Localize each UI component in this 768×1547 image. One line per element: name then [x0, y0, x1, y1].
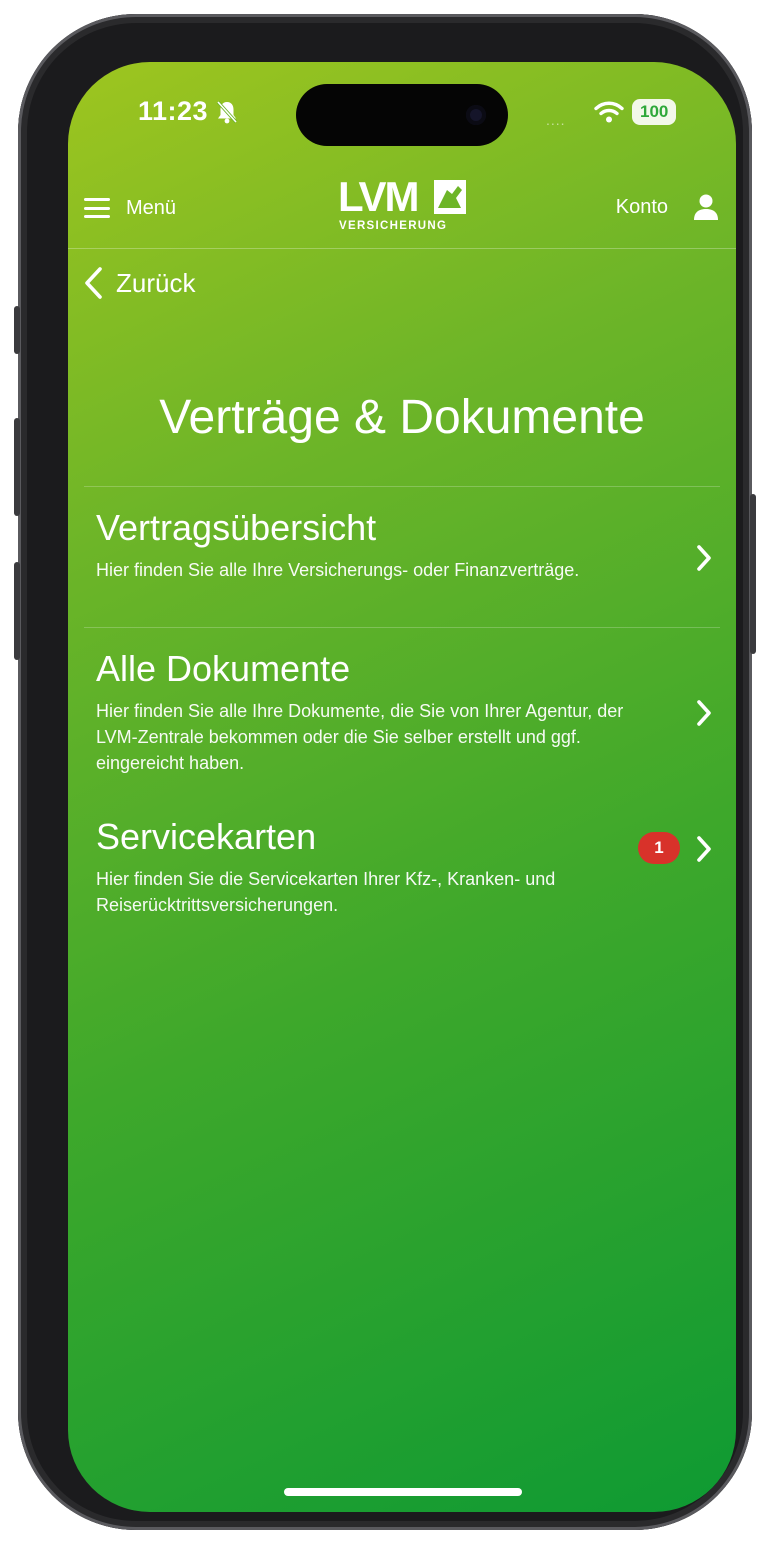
item-description: Hier finden Sie alle Ihre Versicherungs-… — [96, 560, 580, 580]
bell-slash-icon — [216, 100, 238, 124]
app-header: Menü LVM VERSICHERUNG Konto — [68, 170, 736, 249]
item-description: Hier finden Sie die Servicekarten Ihrer … — [96, 869, 556, 915]
chevron-left-icon — [85, 267, 102, 299]
notification-badge: 1 — [638, 832, 680, 864]
user-icon — [694, 194, 718, 220]
power-button — [750, 494, 756, 654]
list-item-vertragsuebersicht[interactable]: Vertragsübersicht Hier finden Sie alle I… — [84, 486, 720, 627]
item-title: Alle Dokumente — [96, 648, 351, 689]
hamburger-menu-icon — [84, 198, 110, 218]
action-button — [14, 306, 20, 354]
logo-subtitle: VERSICHERUNG — [339, 220, 448, 232]
dynamic-island — [296, 84, 508, 146]
menu-label: Menü — [126, 196, 177, 219]
wifi-icon — [594, 101, 624, 123]
back-label: Zurück — [116, 267, 196, 298]
cellular-signal-icon: .... — [546, 112, 566, 128]
phone-frame: 11:23 .... 100 Menü LVM VERSICHERUNG Kon… — [14, 14, 756, 1530]
battery-indicator: 100 — [632, 99, 677, 125]
account-label: Konto — [615, 195, 668, 218]
chevron-right-icon — [697, 836, 711, 862]
back-button[interactable]: Zurück — [82, 266, 195, 300]
home-indicator[interactable] — [284, 1488, 522, 1496]
menu-button[interactable]: Menü — [84, 192, 176, 224]
lvm-logo[interactable]: LVM VERSICHERUNG — [338, 176, 468, 236]
chevron-right-icon — [697, 700, 711, 726]
item-title: Vertragsübersicht — [96, 507, 377, 548]
status-bar: 11:23 .... 100 — [68, 62, 736, 162]
page-title: Verträge & Dokumente — [159, 391, 645, 444]
logo-horse-icon — [434, 180, 466, 214]
list-item-alle-dokumente[interactable]: Alle Dokumente Hier finden Sie alle Ihre… — [84, 627, 720, 796]
list-item-servicekarten[interactable]: Servicekarten Hier finden Sie die Servic… — [84, 796, 720, 936]
app-screen: 11:23 .... 100 Menü LVM VERSICHERUNG Kon… — [68, 62, 736, 1512]
logo-wordmark: LVM — [338, 173, 420, 220]
volume-up-button — [14, 418, 20, 516]
account-button[interactable]: Konto — [616, 190, 720, 224]
item-description: Hier finden Sie alle Ihre Dokumente, die… — [96, 701, 624, 773]
camera-icon — [466, 105, 486, 125]
chevron-right-icon — [697, 545, 711, 571]
status-time: 11:23 — [138, 96, 209, 126]
volume-down-button — [14, 562, 20, 660]
documents-menu-list: Vertragsübersicht Hier finden Sie alle I… — [84, 486, 720, 936]
item-title: Servicekarten — [96, 816, 317, 857]
